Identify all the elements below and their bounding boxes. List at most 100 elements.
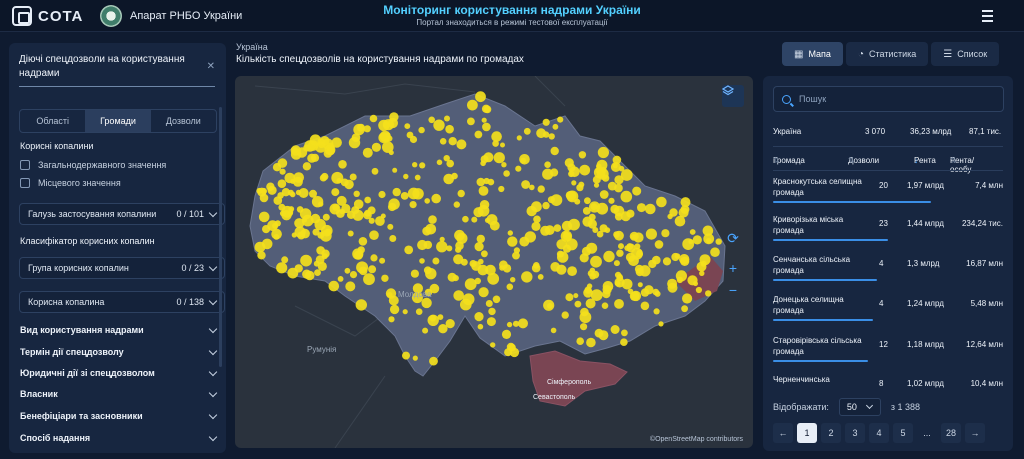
permit-marker[interactable] (550, 146, 559, 156)
view-stats-button[interactable]: ◔ Статистика (845, 42, 929, 66)
permit-marker[interactable] (369, 230, 379, 240)
per-page-select[interactable]: 50 (838, 398, 881, 416)
permit-marker[interactable] (544, 225, 555, 236)
permit-marker[interactable] (424, 198, 430, 204)
permit-marker[interactable] (462, 215, 469, 223)
permit-marker[interactable] (309, 189, 317, 198)
permit-marker[interactable] (482, 122, 491, 132)
permit-marker[interactable] (299, 208, 312, 220)
permit-marker[interactable] (633, 232, 644, 243)
permit-marker[interactable] (552, 123, 559, 130)
permit-marker[interactable] (483, 105, 492, 114)
permit-marker[interactable] (421, 297, 432, 309)
permit-marker[interactable] (536, 128, 546, 139)
permit-marker[interactable] (439, 138, 447, 145)
permit-marker[interactable] (561, 311, 569, 319)
permit-marker[interactable] (550, 327, 557, 334)
zoom-in-icon[interactable]: + (724, 259, 742, 277)
permit-marker[interactable] (344, 179, 354, 190)
permit-marker[interactable] (614, 212, 623, 221)
permit-marker[interactable] (338, 160, 347, 169)
permit-marker[interactable] (295, 189, 302, 196)
permit-marker[interactable] (267, 185, 277, 195)
permit-marker[interactable] (445, 319, 455, 329)
permit-marker[interactable] (507, 230, 513, 236)
permit-marker[interactable] (419, 258, 425, 264)
permit-marker[interactable] (645, 228, 657, 240)
permit-marker[interactable] (312, 228, 320, 236)
permit-marker[interactable] (392, 167, 398, 173)
permit-marker[interactable] (579, 311, 592, 324)
permit-marker[interactable] (621, 278, 633, 290)
accordion-permit-term[interactable]: Термін дії спецдозволу (20, 345, 218, 359)
permit-marker[interactable] (608, 197, 615, 204)
permit-marker[interactable] (599, 190, 609, 199)
permit-marker[interactable] (503, 170, 510, 177)
permit-marker[interactable] (429, 356, 438, 366)
permit-marker[interactable] (362, 147, 373, 158)
permit-marker[interactable] (294, 264, 303, 273)
permit-marker[interactable] (447, 272, 457, 282)
permit-marker[interactable] (531, 221, 541, 231)
permit-marker[interactable] (561, 220, 573, 232)
permit-marker[interactable] (410, 269, 419, 278)
permit-marker[interactable] (640, 301, 650, 311)
permit-marker[interactable] (620, 169, 633, 181)
permit-marker[interactable] (371, 167, 379, 175)
permit-marker[interactable] (578, 181, 585, 188)
permit-marker[interactable] (371, 142, 381, 152)
permit-marker[interactable] (682, 293, 693, 304)
permit-marker[interactable] (321, 172, 329, 181)
permit-marker[interactable] (388, 316, 395, 323)
permit-marker[interactable] (292, 147, 299, 154)
permit-marker[interactable] (300, 254, 312, 267)
permit-marker[interactable] (431, 193, 441, 204)
permit-marker[interactable] (436, 241, 448, 253)
permit-marker[interactable] (586, 337, 596, 348)
permit-marker[interactable] (613, 260, 620, 267)
permit-marker[interactable] (457, 189, 465, 198)
permit-marker[interactable] (455, 241, 464, 250)
permit-marker[interactable] (414, 174, 421, 181)
permit-marker[interactable] (682, 238, 695, 251)
permit-marker[interactable] (380, 213, 386, 219)
permit-marker[interactable] (493, 152, 505, 164)
permit-marker[interactable] (389, 304, 400, 315)
permit-marker[interactable] (542, 118, 550, 126)
layers-button[interactable] (722, 85, 744, 107)
permit-marker[interactable] (620, 190, 633, 203)
permit-marker[interactable] (370, 254, 378, 262)
permit-marker[interactable] (276, 262, 288, 274)
permit-marker[interactable] (477, 323, 484, 330)
permit-marker[interactable] (640, 288, 650, 297)
permit-marker[interactable] (523, 127, 531, 135)
permit-marker[interactable] (481, 250, 488, 258)
permit-marker[interactable] (400, 192, 409, 200)
permit-marker[interactable] (658, 321, 664, 327)
permit-marker[interactable] (516, 135, 522, 141)
permit-marker[interactable] (519, 154, 530, 165)
permit-marker[interactable] (596, 202, 609, 215)
permit-marker[interactable] (353, 190, 360, 197)
permit-marker[interactable] (387, 202, 397, 212)
permit-marker[interactable] (352, 248, 364, 260)
permit-marker[interactable] (385, 132, 391, 138)
permit-marker[interactable] (565, 191, 575, 200)
permit-marker[interactable] (478, 186, 489, 196)
permit-marker[interactable] (687, 275, 698, 286)
permit-marker[interactable] (281, 256, 289, 264)
permit-marker[interactable] (584, 197, 591, 205)
permit-marker[interactable] (316, 246, 325, 255)
prev-page-icon[interactable]: ← (773, 423, 793, 443)
permit-marker[interactable] (596, 159, 608, 171)
permit-marker[interactable] (337, 276, 344, 282)
permit-marker[interactable] (604, 227, 611, 234)
page-5[interactable]: 5 (893, 423, 913, 443)
permit-marker[interactable] (553, 224, 562, 232)
permit-marker[interactable] (402, 351, 410, 360)
permit-marker[interactable] (257, 251, 266, 260)
permit-marker[interactable] (518, 318, 528, 329)
permit-marker[interactable] (548, 133, 555, 140)
permit-marker[interactable] (585, 298, 596, 309)
permit-marker[interactable] (509, 347, 520, 358)
